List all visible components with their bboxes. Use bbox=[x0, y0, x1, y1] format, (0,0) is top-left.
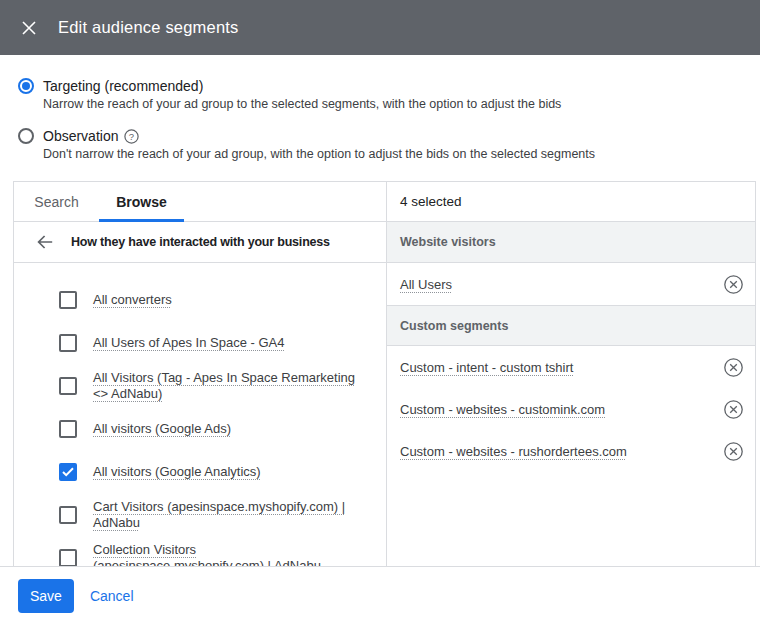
segment-label[interactable]: Cart Visitors (apesinspace.myshopify.com… bbox=[93, 499, 361, 531]
segment-label[interactable]: All Users of Apes In Space - GA4 bbox=[93, 335, 284, 351]
checkbox[interactable] bbox=[59, 377, 77, 395]
remove-segment-button[interactable] bbox=[722, 398, 744, 420]
remove-icon bbox=[723, 274, 744, 295]
selected-segment-row: Custom - intent - custom tshirt bbox=[387, 346, 755, 388]
breadcrumb-label: How they have interacted with your busin… bbox=[71, 235, 330, 249]
radio-option-observation: Observation ? Don't narrow the reach of … bbox=[18, 127, 742, 162]
segment-checkbox-row[interactable]: All Users of Apes In Space - GA4 bbox=[14, 321, 386, 364]
segment-checkbox-row[interactable]: All Visitors (Tag - Apes In Space Remark… bbox=[14, 364, 386, 407]
segment-checkbox-row[interactable]: Collection Visitors (apesinspace.myshopi… bbox=[14, 536, 386, 566]
segment-label[interactable]: All visitors (Google Ads) bbox=[93, 421, 231, 437]
segment-list: All converters All Users of Apes In Spac… bbox=[14, 263, 386, 566]
checkbox[interactable] bbox=[59, 506, 77, 524]
audience-picker-panel: Search Browse How they have interacted w… bbox=[13, 181, 756, 566]
segment-checkbox-row[interactable]: All visitors (Google Analytics) bbox=[14, 450, 386, 493]
svg-text:?: ? bbox=[129, 130, 134, 141]
breadcrumb: How they have interacted with your busin… bbox=[14, 222, 386, 263]
selected-count: 4 selected bbox=[387, 182, 755, 222]
segment-label[interactable]: All visitors (Google Analytics) bbox=[93, 464, 261, 480]
segment-checkbox-row[interactable]: All visitors (Google Ads) bbox=[14, 407, 386, 450]
remove-icon bbox=[723, 441, 744, 462]
checkbox[interactable] bbox=[59, 549, 77, 567]
tab-label: Browse bbox=[116, 194, 167, 210]
dialog-header: Edit audience segments bbox=[0, 0, 760, 55]
radio-option-label: Observation bbox=[43, 127, 118, 145]
selected-segment-row: All Users bbox=[387, 263, 755, 305]
tab-label: Search bbox=[34, 194, 78, 210]
checkbox[interactable] bbox=[59, 463, 77, 481]
close-icon bbox=[22, 21, 36, 35]
dialog-title: Edit audience segments bbox=[58, 18, 239, 37]
checkbox[interactable] bbox=[59, 334, 77, 352]
selected-segments-panel: 4 selected Website visitors All Users bbox=[387, 182, 755, 566]
selected-group-header: Custom segments bbox=[387, 305, 755, 346]
selected-group: Website visitors All Users bbox=[387, 222, 755, 305]
segment-label[interactable]: All converters bbox=[93, 292, 172, 308]
cancel-button[interactable]: Cancel bbox=[90, 588, 134, 604]
radio-option-description: Narrow the reach of your ad group to the… bbox=[43, 97, 742, 112]
remove-icon bbox=[723, 357, 744, 378]
remove-icon bbox=[723, 399, 744, 420]
back-arrow-icon[interactable] bbox=[36, 233, 54, 251]
tab-search[interactable]: Search bbox=[14, 182, 99, 221]
close-button[interactable] bbox=[17, 16, 41, 40]
help-icon[interactable]: ? bbox=[124, 129, 139, 144]
segment-label[interactable]: Collection Visitors (apesinspace.myshopi… bbox=[93, 542, 361, 567]
selected-segment-row: Custom - websites - customink.com bbox=[387, 388, 755, 430]
radio-button[interactable] bbox=[18, 128, 34, 144]
targeting-setting-options: Targeting (recommended) ? Narrow the rea… bbox=[0, 55, 760, 181]
radio-button[interactable] bbox=[18, 78, 34, 94]
segment-label[interactable]: All Visitors (Tag - Apes In Space Remark… bbox=[93, 370, 361, 402]
remove-segment-button[interactable] bbox=[722, 273, 744, 295]
remove-segment-button[interactable] bbox=[722, 440, 744, 462]
checkbox[interactable] bbox=[59, 291, 77, 309]
segment-checkbox-row[interactable]: Cart Visitors (apesinspace.myshopify.com… bbox=[14, 493, 386, 536]
check-icon bbox=[62, 467, 74, 477]
radio-option-description: Don't narrow the reach of your ad group,… bbox=[43, 147, 742, 162]
selected-segment-label[interactable]: All Users bbox=[400, 277, 452, 292]
selected-segment-label[interactable]: Custom - websites - customink.com bbox=[400, 402, 605, 417]
radio-option-targeting: Targeting (recommended) ? Narrow the rea… bbox=[18, 77, 742, 112]
checkbox[interactable] bbox=[59, 420, 77, 438]
selected-groups: Website visitors All Users bbox=[387, 222, 755, 472]
radio-option-label: Targeting (recommended) bbox=[43, 77, 203, 95]
save-button[interactable]: Save bbox=[18, 579, 74, 613]
segment-checkbox-row[interactable]: All converters bbox=[14, 278, 386, 321]
remove-segment-button[interactable] bbox=[722, 356, 744, 378]
tab-browse[interactable]: Browse bbox=[99, 182, 184, 221]
selected-segment-label[interactable]: Custom - websites - rushordertees.com bbox=[400, 444, 627, 459]
selected-segment-label[interactable]: Custom - intent - custom tshirt bbox=[400, 360, 573, 375]
selected-group: Custom segments Custom - intent - custom… bbox=[387, 305, 755, 472]
selected-group-header: Website visitors bbox=[387, 222, 755, 263]
segment-source-tabs: Search Browse bbox=[14, 182, 386, 222]
selected-segment-row: Custom - websites - rushordertees.com bbox=[387, 430, 755, 472]
dialog-footer: Save Cancel bbox=[0, 566, 760, 618]
segment-browser: Search Browse How they have interacted w… bbox=[14, 182, 387, 566]
